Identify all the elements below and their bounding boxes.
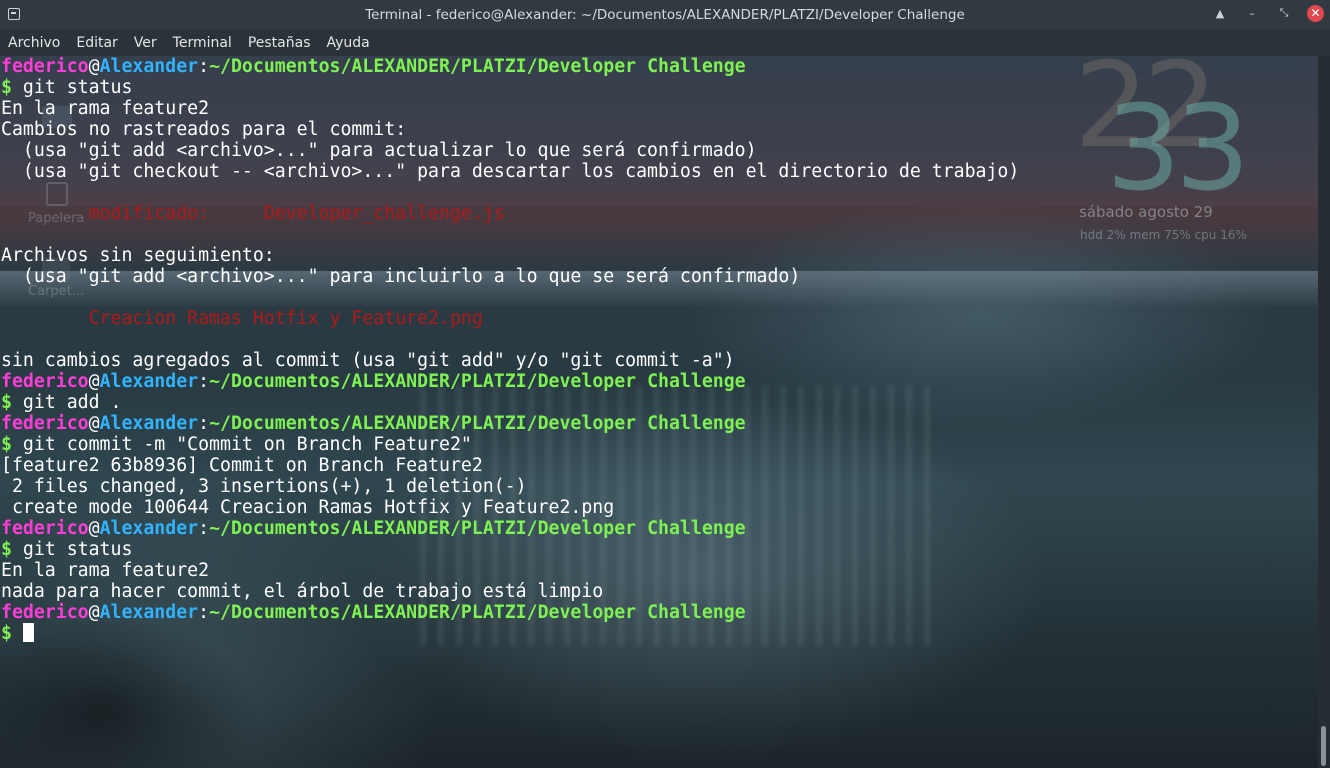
menu-ayuda[interactable]: Ayuda bbox=[319, 35, 378, 51]
shade-button[interactable]: ▲ bbox=[1211, 4, 1229, 22]
prompt-path: ~/Documentos/ALEXANDER/PLATZI/Developer … bbox=[209, 371, 746, 392]
terminal-output: federico@Alexander:~/Documentos/ALEXANDE… bbox=[1, 56, 1019, 644]
output-line: create mode 100644 Creacion Ramas Hotfix… bbox=[1, 497, 615, 518]
clock-minutes: 33 bbox=[1106, 79, 1250, 217]
prompt-at: @ bbox=[88, 602, 100, 623]
command-line: $ git commit -m "Commit on Branch Featur… bbox=[1, 434, 1019, 455]
prompt-user: federico bbox=[1, 602, 89, 623]
menu-terminal[interactable]: Terminal bbox=[165, 35, 240, 51]
prompt-symbol: $ bbox=[1, 539, 12, 560]
prompt-path: ~/Documentos/ALEXANDER/PLATZI/Developer … bbox=[209, 56, 746, 77]
shade-icon: ▲ bbox=[1215, 6, 1225, 20]
output-line: sin cambios agregados al commit (usa "gi… bbox=[1, 350, 735, 371]
prompt-path: ~/Documentos/ALEXANDER/PLATZI/Developer … bbox=[209, 518, 746, 539]
prompt-line: federico@Alexander:~/Documentos/ALEXANDE… bbox=[1, 413, 1019, 434]
output-line: En la rama feature2 bbox=[1, 98, 210, 119]
prompt-user: federico bbox=[1, 371, 89, 392]
prompt-at: @ bbox=[88, 371, 100, 392]
prompt-colon: : bbox=[198, 371, 210, 392]
prompt-user: federico bbox=[1, 413, 89, 434]
command-input[interactable] bbox=[12, 623, 23, 644]
command-text: git status bbox=[11, 539, 133, 560]
output-line: [feature2 63b8936] Commit on Branch Feat… bbox=[1, 455, 483, 476]
prompt-host: Alexander bbox=[99, 371, 199, 392]
prompt-at: @ bbox=[88, 56, 100, 77]
prompt-host: Alexander bbox=[99, 413, 199, 434]
untracked-file-line: Creacion Ramas Hotfix y Feature2.png bbox=[1, 308, 483, 329]
terminal-scrollbar[interactable] bbox=[1318, 56, 1330, 768]
command-text: git status bbox=[11, 77, 133, 98]
terminal-app-icon[interactable] bbox=[8, 8, 20, 20]
prompt-symbol: $ bbox=[1, 623, 12, 644]
prompt-at: @ bbox=[88, 413, 100, 434]
menu-archivo[interactable]: Archivo bbox=[0, 35, 68, 51]
output-line: (usa "git add <archivo>..." para actuali… bbox=[1, 140, 757, 161]
output-line: Archivos sin seguimiento: bbox=[1, 245, 275, 266]
prompt-colon: : bbox=[198, 56, 210, 77]
prompt-user: federico bbox=[1, 56, 89, 77]
prompt-at: @ bbox=[88, 518, 100, 539]
system-stats: hdd 2% mem 75% cpu 16% bbox=[1080, 228, 1247, 242]
prompt-line: federico@Alexander:~/Documentos/ALEXANDE… bbox=[1, 602, 1019, 623]
modified-file-line: modificado: Developer_challenge.js bbox=[1, 203, 505, 224]
maximize-button[interactable]: ⤡ bbox=[1275, 4, 1293, 22]
command-text: git add . bbox=[11, 392, 122, 413]
terminal-view[interactable]: Papelera Carpet... 22 33 sábado agosto 2… bbox=[0, 56, 1318, 768]
text-cursor bbox=[22, 623, 34, 642]
prompt-line: federico@Alexander:~/Documentos/ALEXANDE… bbox=[1, 518, 1019, 539]
minimize-icon: – bbox=[1249, 6, 1255, 20]
prompt-colon: : bbox=[198, 602, 210, 623]
prompt-line: federico@Alexander:~/Documentos/ALEXANDE… bbox=[1, 56, 1019, 77]
close-button[interactable]: ✕ bbox=[1307, 4, 1324, 22]
output-line: (usa "git checkout -- <archivo>..." para… bbox=[1, 161, 1020, 182]
command-input-line: $ bbox=[1, 623, 1019, 644]
clock-date: sábado agosto 29 bbox=[1079, 203, 1213, 221]
prompt-symbol: $ bbox=[1, 434, 12, 455]
prompt-host: Alexander bbox=[99, 56, 199, 77]
window-titlebar[interactable]: Terminal - federico@Alexander: ~/Documen… bbox=[0, 0, 1330, 29]
minimize-button[interactable]: – bbox=[1243, 4, 1261, 22]
prompt-path: ~/Documentos/ALEXANDER/PLATZI/Developer … bbox=[209, 413, 746, 434]
maximize-icon: ⤡ bbox=[1279, 6, 1289, 19]
menu-editar[interactable]: Editar bbox=[68, 35, 125, 51]
menu-ver[interactable]: Ver bbox=[126, 35, 165, 51]
command-text: git commit -m "Commit on Branch Feature2… bbox=[11, 434, 472, 455]
menu-pestanas[interactable]: Pestañas bbox=[240, 35, 319, 51]
prompt-symbol: $ bbox=[1, 77, 12, 98]
scrollbar-thumb[interactable] bbox=[1321, 726, 1326, 766]
output-line: 2 files changed, 3 insertions(+), 1 dele… bbox=[1, 476, 527, 497]
window-controls: ▲ – ⤡ ✕ bbox=[1211, 4, 1324, 22]
output-line: nada para hacer commit, el árbol de trab… bbox=[1, 581, 604, 602]
prompt-path: ~/Documentos/ALEXANDER/PLATZI/Developer … bbox=[209, 602, 746, 623]
output-line: (usa "git add <archivo>..." para incluir… bbox=[1, 266, 801, 287]
command-line: $ git status bbox=[1, 77, 1019, 98]
output-line: Cambios no rastreados para el commit: bbox=[1, 119, 407, 140]
prompt-user: federico bbox=[1, 518, 89, 539]
prompt-colon: : bbox=[198, 413, 210, 434]
prompt-host: Alexander bbox=[99, 602, 199, 623]
command-line: $ git status bbox=[1, 539, 1019, 560]
prompt-colon: : bbox=[198, 518, 210, 539]
prompt-symbol: $ bbox=[1, 392, 12, 413]
close-icon: ✕ bbox=[1310, 6, 1321, 20]
prompt-line: federico@Alexander:~/Documentos/ALEXANDE… bbox=[1, 371, 1019, 392]
command-line: $ git add . bbox=[1, 392, 1019, 413]
output-line: En la rama feature2 bbox=[1, 560, 210, 581]
prompt-host: Alexander bbox=[99, 518, 199, 539]
menu-bar: Archivo Editar Ver Terminal Pestañas Ayu… bbox=[0, 29, 1330, 56]
window-title: Terminal - federico@Alexander: ~/Documen… bbox=[365, 6, 965, 23]
